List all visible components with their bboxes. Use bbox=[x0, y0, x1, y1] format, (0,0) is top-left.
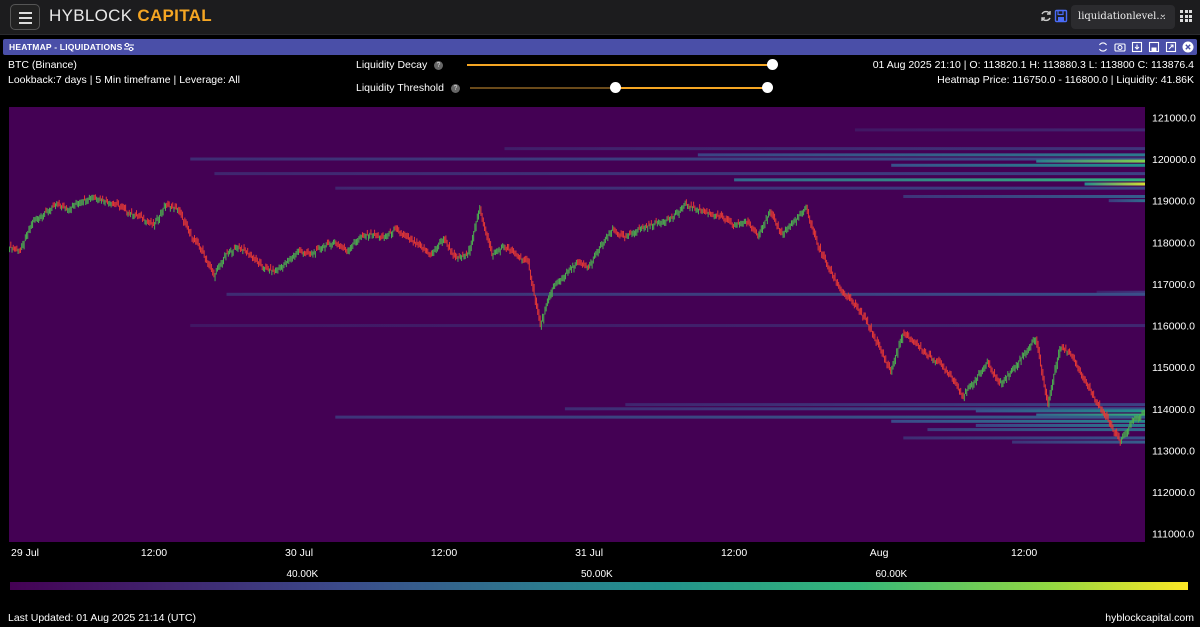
liquidity-threshold-track-inactive[interactable] bbox=[470, 87, 616, 89]
params-label: Lookback:7 days | 5 Min timeframe | Leve… bbox=[8, 74, 240, 86]
site-link[interactable]: hyblockcapital.com bbox=[1105, 612, 1194, 624]
download-icon[interactable] bbox=[1131, 41, 1143, 53]
colorbar-tick-label: 50.00K bbox=[581, 569, 613, 580]
colorbar bbox=[10, 582, 1188, 590]
colorbar-tick-label: 60.00K bbox=[875, 569, 908, 580]
liquidity-band bbox=[903, 194, 1145, 198]
top-bar: HYBLOCK CAPITAL liquidationlevel... ⌄ bbox=[0, 0, 1200, 35]
liquidity-band bbox=[903, 436, 1145, 440]
panel-save-icon[interactable] bbox=[1148, 41, 1160, 53]
liquidity-band bbox=[1036, 159, 1145, 163]
liquidity-threshold-label: Liquidity Threshold bbox=[356, 82, 444, 94]
x-tick-label: 31 Jul bbox=[575, 547, 603, 559]
liquidity-threshold-min-thumb[interactable] bbox=[610, 82, 621, 93]
heatmap-svg[interactable]: 121000.0 120000.0 119000.0 118000.0 117000.0… bbox=[0, 105, 1200, 560]
liquidity-band bbox=[891, 163, 1145, 167]
liquidity-band bbox=[854, 128, 1145, 132]
y-tick-label: 112000.0 bbox=[1152, 487, 1195, 499]
y-tick-label: 118000.0 bbox=[1152, 237, 1195, 249]
settings-sliders-icon[interactable] bbox=[123, 41, 135, 53]
chevron-down-icon: ⌄ bbox=[1158, 9, 1167, 20]
close-icon[interactable] bbox=[1182, 41, 1194, 53]
panel-header: HEATMAP - LIQUIDATIONS bbox=[3, 39, 1197, 55]
liquidity-band bbox=[697, 153, 1145, 157]
apps-grid-icon[interactable] bbox=[1180, 10, 1192, 22]
liquidity-band bbox=[734, 178, 1145, 182]
heatmap-price-readout: Heatmap Price: 116750.0 - 116800.0 | Liq… bbox=[937, 74, 1194, 86]
liquidity-band bbox=[927, 428, 1145, 432]
last-updated: Last Updated: 01 Aug 2025 21:14 (UTC) bbox=[8, 612, 196, 624]
save-icon[interactable] bbox=[1054, 9, 1068, 23]
symbol-label: BTC (Binance) bbox=[8, 59, 77, 71]
liquidity-band bbox=[1012, 440, 1145, 444]
liquidity-band bbox=[975, 423, 1145, 427]
y-tick-label: 116000.0 bbox=[1152, 321, 1195, 333]
liquidity-band bbox=[504, 147, 1145, 151]
liquidity-band bbox=[214, 172, 1146, 176]
liquidity-band bbox=[335, 186, 1146, 190]
liquidity-band bbox=[190, 157, 1145, 161]
liquidity-decay-track[interactable] bbox=[467, 64, 773, 66]
logo-part-1: HYBLOCK bbox=[49, 6, 133, 25]
liquidity-band bbox=[891, 419, 1145, 423]
x-tick-label: 12:00 bbox=[431, 547, 457, 559]
liquidity-threshold-track-active[interactable] bbox=[616, 87, 768, 89]
x-tick-label: 12:00 bbox=[1011, 547, 1037, 559]
liquidity-band bbox=[1084, 182, 1145, 186]
help-icon[interactable]: ? bbox=[451, 84, 460, 93]
y-tick-label: 115000.0 bbox=[1152, 362, 1195, 374]
x-tick-label: 12:00 bbox=[141, 547, 167, 559]
liquidity-band bbox=[1108, 199, 1145, 203]
y-tick-label: 119000.0 bbox=[1152, 196, 1195, 208]
refresh-icon[interactable] bbox=[1039, 9, 1053, 23]
colorbar-tick-label: 40.00K bbox=[286, 569, 319, 580]
y-tick-label: 111000.0 bbox=[1152, 529, 1194, 541]
expand-icon[interactable] bbox=[1165, 41, 1177, 53]
liquidity-threshold-max-thumb[interactable] bbox=[762, 82, 773, 93]
x-tick-label: 12:00 bbox=[721, 547, 747, 559]
x-tick-label: 30 Jul bbox=[285, 547, 313, 559]
panel-refresh-icon[interactable] bbox=[1097, 41, 1109, 53]
liquidity-band bbox=[190, 324, 1145, 328]
hamburger-menu-button[interactable] bbox=[10, 4, 40, 30]
y-tick-label: 117000.0 bbox=[1152, 279, 1195, 291]
liquidity-band bbox=[335, 415, 1146, 419]
x-tick-label: 29 Jul bbox=[11, 547, 39, 559]
panel-title: HEATMAP - LIQUIDATIONS bbox=[9, 42, 123, 52]
liquidity-decay-label: Liquidity Decay bbox=[356, 59, 428, 71]
help-icon[interactable]: ? bbox=[434, 61, 443, 70]
liquidity-band bbox=[226, 292, 1145, 296]
x-tick-label: Aug bbox=[870, 547, 889, 559]
indicator-selector[interactable]: liquidationlevel... ⌄ bbox=[1071, 5, 1175, 29]
heatmap-chart[interactable]: 121000.0 120000.0 119000.0 118000.0 117000.0… bbox=[0, 105, 1200, 560]
y-tick-label: 121000.0 bbox=[1152, 112, 1196, 124]
ohlc-readout: 01 Aug 2025 21:10 | O: 113820.1 H: 11388… bbox=[872, 59, 1194, 71]
y-tick-label: 114000.0 bbox=[1152, 404, 1195, 416]
liquidity-band bbox=[625, 403, 1145, 407]
logo-part-2: CAPITAL bbox=[137, 6, 212, 25]
y-tick-label: 113000.0 bbox=[1152, 445, 1195, 457]
liquidity-band bbox=[975, 409, 1145, 413]
camera-icon[interactable] bbox=[1114, 41, 1126, 53]
indicator-selector-value: liquidationlevel... bbox=[1078, 11, 1166, 22]
logo[interactable]: HYBLOCK CAPITAL bbox=[49, 6, 212, 26]
y-tick-label: 120000.0 bbox=[1152, 154, 1196, 166]
liquidity-decay-thumb[interactable] bbox=[767, 59, 778, 70]
